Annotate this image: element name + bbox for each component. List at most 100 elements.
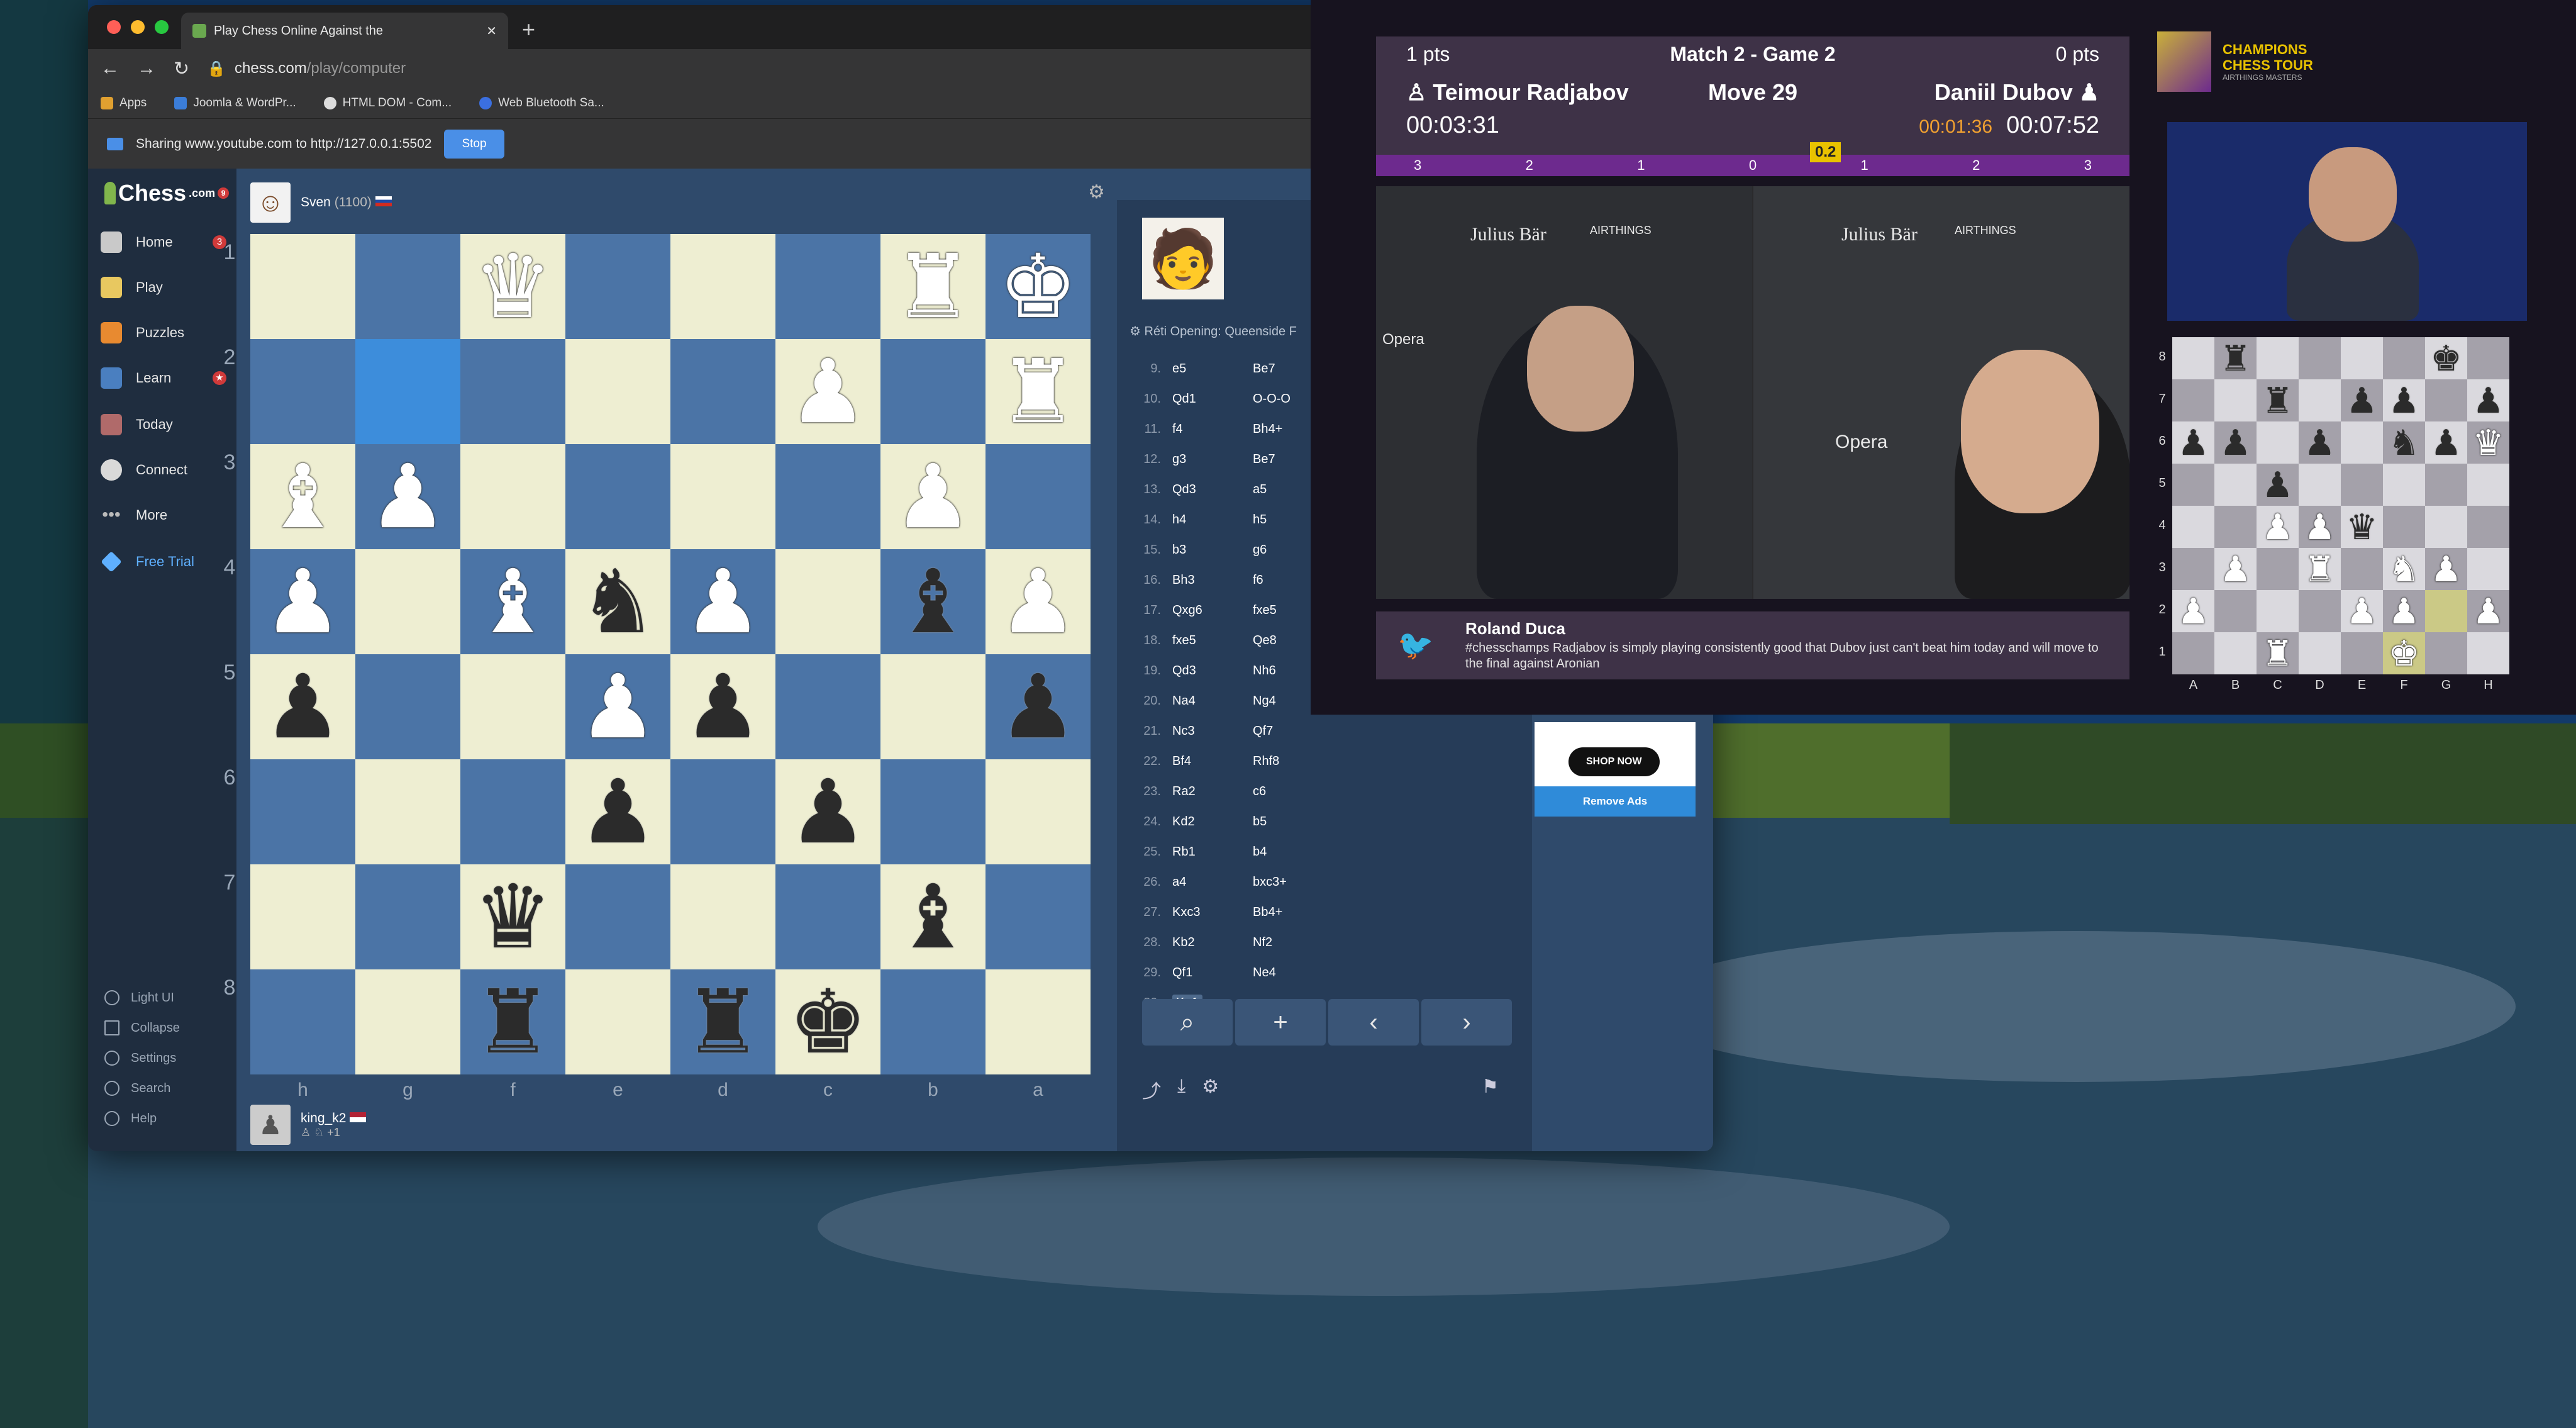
light-ui-toggle[interactable]: Light UI [104, 990, 174, 1005]
white-move[interactable]: b3 [1172, 543, 1186, 557]
square-f3[interactable] [460, 444, 565, 549]
square-e5[interactable]: ♟ [565, 654, 670, 759]
square-b2[interactable] [880, 339, 985, 444]
white-pawn-icon[interactable]: ♟ [894, 452, 973, 541]
sidebar-item-connect[interactable]: Connect [101, 459, 226, 481]
square-g5[interactable] [355, 654, 460, 759]
new-game-button[interactable]: + [1235, 999, 1326, 1046]
square-h4[interactable]: ♟ [250, 549, 355, 654]
previous-move-button[interactable]: ‹ [1328, 999, 1419, 1046]
square-a7[interactable] [985, 864, 1091, 969]
white-move[interactable]: Nc3 [1172, 724, 1195, 738]
address-bar[interactable]: 🔒 chess.com/play/computer [207, 60, 406, 78]
white-move[interactable]: Qxg6 [1172, 603, 1202, 617]
white-bishop-icon[interactable]: ♝ [474, 557, 553, 646]
black-move[interactable]: Ne4 [1253, 966, 1353, 980]
black-move[interactable]: b4 [1253, 845, 1353, 859]
black-rook-icon[interactable]: ♜ [474, 978, 553, 1066]
square-h5[interactable]: ♟ [250, 654, 355, 759]
forward-icon[interactable]: → [137, 58, 156, 79]
square-f2[interactable] [460, 339, 565, 444]
square-g7[interactable] [355, 864, 460, 969]
square-c2[interactable]: ♟ [775, 339, 880, 444]
square-h6[interactable] [250, 759, 355, 864]
square-g2[interactable] [355, 339, 460, 444]
new-tab-button[interactable]: + [522, 16, 535, 43]
black-pawn-icon[interactable]: ♟ [579, 767, 658, 856]
square-d3[interactable] [670, 444, 775, 549]
white-pawn-icon[interactable]: ♟ [789, 347, 868, 436]
remove-ads-button[interactable]: Remove Ads [1535, 786, 1696, 817]
top-player-name[interactable]: Sven [301, 195, 331, 209]
square-b3[interactable]: ♟ [880, 444, 985, 549]
square-c1[interactable] [775, 234, 880, 339]
square-c3[interactable] [775, 444, 880, 549]
square-f1[interactable]: ♛ [460, 234, 565, 339]
close-window-button[interactable] [107, 20, 121, 34]
square-d8[interactable]: ♜ [670, 969, 775, 1074]
tab-chess[interactable]: Play Chess Online Against the ✕ [181, 13, 508, 49]
square-f6[interactable] [460, 759, 565, 864]
black-pawn-icon[interactable]: ♟ [789, 767, 868, 856]
chesscom-logo[interactable]: Chess .com 9 [104, 180, 230, 206]
black-move[interactable]: Qf7 [1253, 724, 1353, 739]
black-bishop-icon[interactable]: ♝ [894, 873, 973, 961]
back-icon[interactable]: ← [101, 58, 119, 79]
white-move[interactable]: g3 [1172, 452, 1186, 466]
black-move[interactable]: Rhf8 [1253, 754, 1353, 769]
square-g6[interactable] [355, 759, 460, 864]
black-pawn-icon[interactable]: ♟ [999, 662, 1078, 751]
square-a8[interactable] [985, 969, 1091, 1074]
sidebar-item-free-trial[interactable]: Free Trial [101, 551, 226, 572]
square-f8[interactable]: ♜ [460, 969, 565, 1074]
square-d2[interactable] [670, 339, 775, 444]
white-move[interactable]: Qd1 [1172, 392, 1196, 406]
white-pawn-icon[interactable]: ♟ [264, 557, 343, 646]
square-c6[interactable]: ♟ [775, 759, 880, 864]
help-button[interactable]: Help [104, 1111, 157, 1126]
sidebar-item-more[interactable]: ••• More [101, 505, 226, 526]
square-d6[interactable] [670, 759, 775, 864]
maximize-window-button[interactable] [155, 20, 169, 34]
square-h3[interactable]: ♝ [250, 444, 355, 549]
square-d4[interactable]: ♟ [670, 549, 775, 654]
square-a6[interactable] [985, 759, 1091, 864]
download-icon[interactable]: ⤓ [1177, 1076, 1185, 1103]
square-g3[interactable]: ♟ [355, 444, 460, 549]
white-pawn-icon[interactable]: ♟ [999, 557, 1078, 646]
gear-icon[interactable]: ⚙ [1202, 1076, 1219, 1103]
analysis-zoom-button[interactable]: ⌕ [1142, 999, 1233, 1046]
sidebar-item-learn[interactable]: Learn ★ [101, 367, 226, 389]
square-b5[interactable] [880, 654, 985, 759]
white-king-icon[interactable]: ♚ [999, 242, 1078, 331]
square-e4[interactable]: ♞ [565, 549, 670, 654]
black-knight-icon[interactable]: ♞ [579, 557, 658, 646]
square-c4[interactable] [775, 549, 880, 654]
square-c5[interactable] [775, 654, 880, 759]
square-b6[interactable] [880, 759, 985, 864]
square-a5[interactable]: ♟ [985, 654, 1091, 759]
square-a4[interactable]: ♟ [985, 549, 1091, 654]
white-move[interactable]: f4 [1172, 422, 1183, 436]
black-bishop-icon[interactable]: ♝ [894, 557, 973, 646]
black-king-icon[interactable]: ♚ [789, 978, 868, 1066]
sidebar-item-home[interactable]: Home 3 [101, 231, 226, 253]
white-move[interactable]: Ra2 [1172, 784, 1196, 798]
bookmark-web-bluetooth[interactable]: Web Bluetooth Sa... [479, 96, 604, 110]
white-pawn-icon[interactable]: ♟ [579, 662, 658, 751]
sidebar-item-today[interactable]: Today [101, 414, 226, 435]
reload-icon[interactable]: ↻ [174, 58, 189, 80]
white-move[interactable]: Na4 [1172, 694, 1196, 708]
collapse-button[interactable]: Collapse [104, 1020, 180, 1035]
black-queen-icon[interactable]: ♛ [474, 873, 553, 961]
white-move[interactable]: Kd2 [1172, 815, 1195, 828]
square-f7[interactable]: ♛ [460, 864, 565, 969]
white-move[interactable]: e5 [1172, 362, 1186, 376]
square-g4[interactable] [355, 549, 460, 654]
white-move[interactable]: Kb2 [1172, 935, 1195, 949]
white-move[interactable]: Kxc3 [1172, 905, 1200, 919]
white-rook-icon[interactable]: ♜ [894, 242, 973, 331]
sidebar-item-play[interactable]: Play [101, 277, 226, 298]
square-h2[interactable] [250, 339, 355, 444]
square-d7[interactable] [670, 864, 775, 969]
